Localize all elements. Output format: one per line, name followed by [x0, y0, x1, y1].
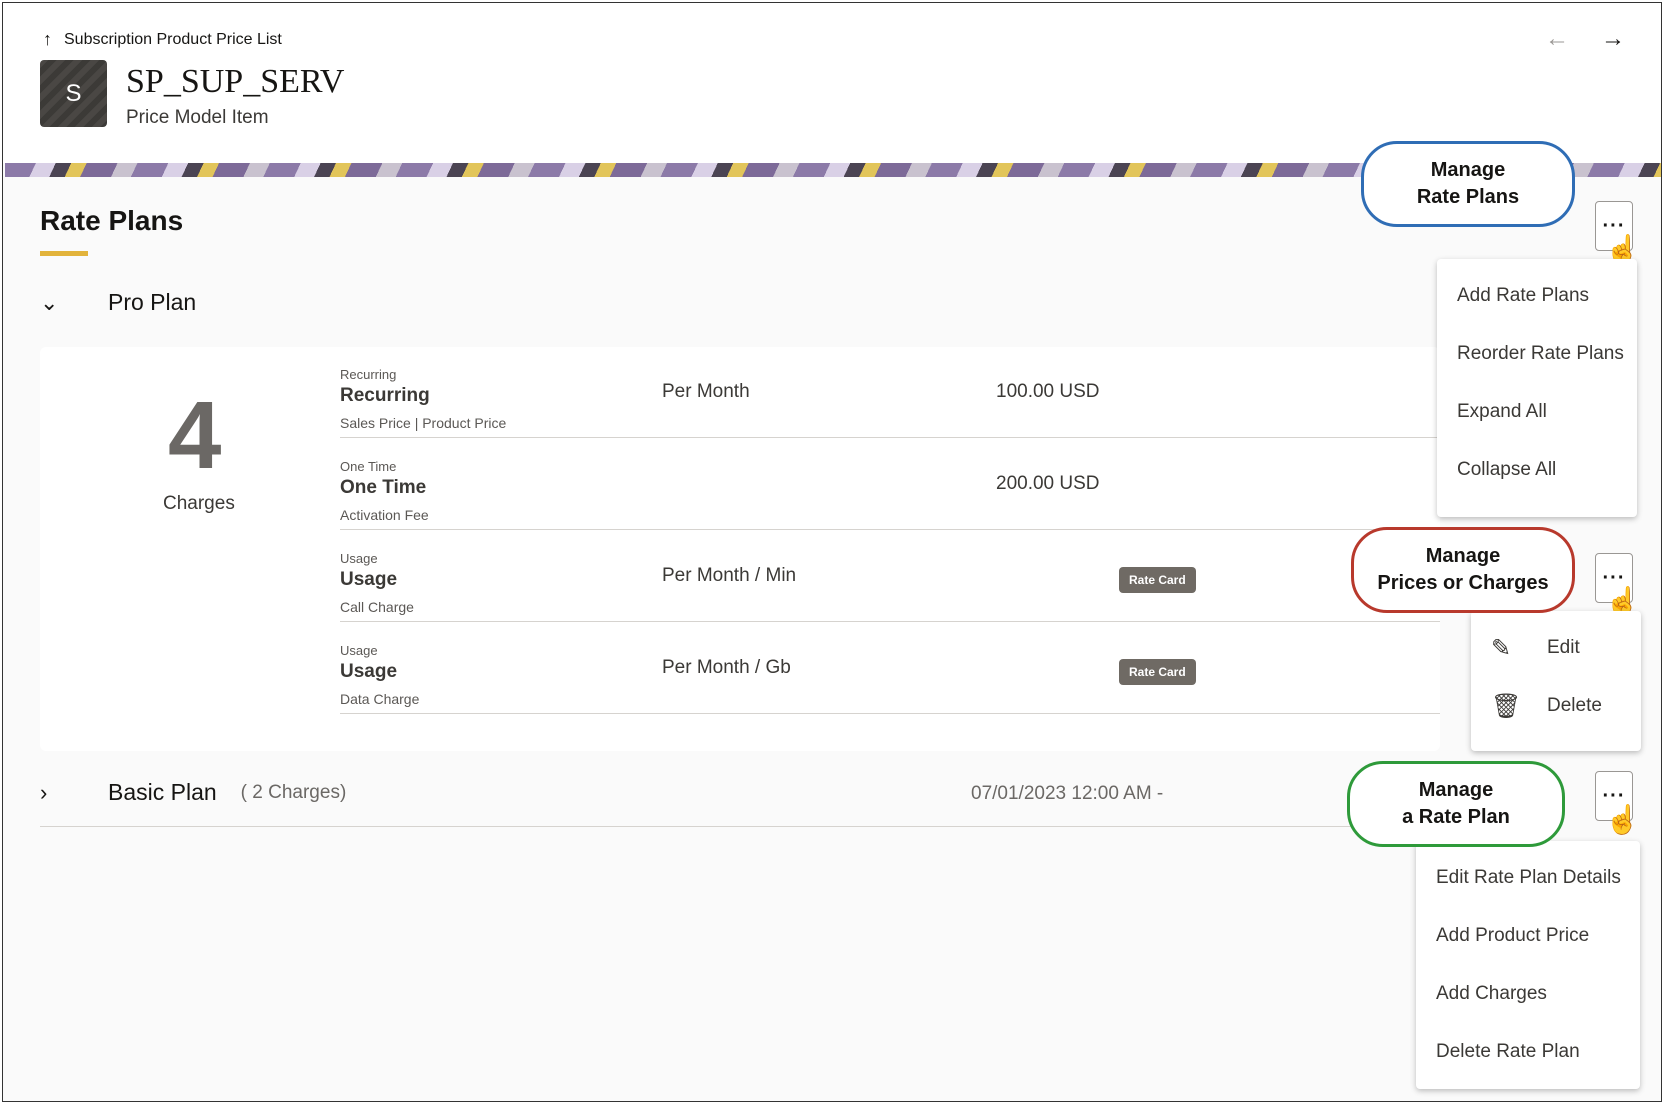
divider [40, 826, 1460, 827]
record-navigation: ← → [1545, 25, 1625, 53]
breadcrumb[interactable]: ↑ Subscription Product Price List [43, 29, 282, 50]
charge-type-small: Usage [340, 551, 378, 566]
charge-type-small: Recurring [340, 367, 397, 382]
callout-line: Manage [1418, 779, 1494, 801]
charge-type-small: Usage [340, 643, 378, 658]
previous-arrow-icon[interactable]: ← [1545, 25, 1569, 53]
charge-frequency: Per Month / Gb [662, 657, 791, 678]
charge-desc: Data Charge [340, 691, 420, 707]
menu-item[interactable]: Add Rate Plans [1437, 267, 1637, 325]
charge-menu: ✎ Edit 🗑 Delete [1471, 611, 1641, 751]
charge-row[interactable]: Recurring Recurring Sales Price | Produc… [340, 345, 1440, 438]
menu-item[interactable]: Delete Rate Plan [1416, 1023, 1640, 1081]
basic-plan-date: 07/01/2023 12:00 AM - [971, 783, 1164, 804]
callout-line: Rate Plans [1416, 186, 1520, 208]
section-title: Rate Plans [40, 205, 184, 236]
rate-plans-menu: Add Rate Plans Reorder Rate Plans Expand… [1437, 259, 1637, 517]
rate-card-badge[interactable]: Rate Card [1119, 659, 1196, 685]
avatar-letter: S [65, 79, 82, 107]
callout-line: Manage [1430, 159, 1506, 181]
chevron-down-icon[interactable]: ⌄ [40, 290, 80, 316]
callout-line: Manage [1425, 545, 1501, 567]
menu-item[interactable]: Expand All [1437, 383, 1637, 441]
charge-type: Usage [340, 661, 398, 682]
charge-frequency: Per Month / Min [662, 565, 797, 586]
callout-line: Prices or Charges [1377, 572, 1549, 594]
hand-cursor-icon: ☝ [1605, 804, 1640, 835]
menu-item[interactable]: Add Product Price [1416, 907, 1640, 965]
page-subtitle: Price Model Item [126, 107, 269, 128]
menu-item[interactable]: Reorder Rate Plans [1437, 325, 1637, 383]
charge-price: 200.00 USD [996, 473, 1100, 494]
page-header: ↑ Subscription Product Price List S SP_S… [3, 3, 1661, 163]
arrow-up-icon[interactable]: ↑ [43, 29, 52, 50]
chevron-right-icon[interactable]: › [40, 780, 80, 806]
trash-icon: 🗑 [1491, 692, 1522, 720]
callout-rate-plans: Manage Rate Plans [1361, 141, 1575, 227]
charge-row[interactable]: One Time One Time Activation Fee 200.00 … [340, 437, 1440, 530]
callout-line: a Rate Plan [1402, 806, 1510, 828]
charge-row[interactable]: Usage Usage Data Charge Per Month / Gb R… [340, 621, 1440, 714]
charge-type: Recurring [340, 385, 430, 406]
pro-plan-name: Pro Plan [108, 289, 197, 315]
edit-icon: ✎ [1491, 634, 1512, 662]
charge-count: 4 [168, 382, 222, 489]
basic-plan-row[interactable]: › Basic Plan ( 2 Charges) [40, 779, 346, 806]
basic-plan-count: ( 2 Charges) [240, 781, 347, 803]
basic-plan-name: Basic Plan [108, 779, 217, 805]
delete-menu-item[interactable]: 🗑 Delete [1471, 677, 1641, 735]
rate-card-badge[interactable]: Rate Card [1119, 567, 1196, 593]
page-title: SP_SUP_SERV [126, 63, 345, 100]
charge-desc: Sales Price | Product Price [340, 415, 507, 431]
app-frame: ↑ Subscription Product Price List S SP_S… [2, 2, 1662, 1102]
menu-item[interactable]: Collapse All [1437, 441, 1637, 499]
pro-plan-row[interactable]: ⌄ Pro Plan [40, 289, 196, 316]
menu-item[interactable]: Edit Rate Plan Details [1416, 849, 1640, 907]
charge-type-small: One Time [340, 459, 397, 474]
menu-item[interactable]: Add Charges [1416, 965, 1640, 1023]
callout-charges: Manage Prices or Charges [1351, 527, 1575, 613]
charge-frequency: Per Month [662, 381, 750, 402]
title-underline [40, 251, 88, 256]
menu-label: Delete [1547, 695, 1602, 716]
charge-desc: Call Charge [340, 599, 414, 615]
callout-rate-plan: Manage a Rate Plan [1347, 761, 1565, 847]
charge-type: Usage [340, 569, 398, 590]
charge-count-label: Charges [163, 493, 235, 514]
charge-row[interactable]: Usage Usage Call Charge Per Month / Min … [340, 529, 1440, 622]
charge-type: One Time [340, 477, 427, 498]
breadcrumb-label[interactable]: Subscription Product Price List [64, 31, 282, 49]
menu-label: Edit [1547, 637, 1580, 658]
avatar: S [40, 60, 107, 127]
edit-menu-item[interactable]: ✎ Edit [1471, 619, 1641, 677]
next-arrow-icon[interactable]: → [1601, 25, 1625, 53]
rate-plan-menu: Edit Rate Plan Details Add Product Price… [1416, 841, 1640, 1089]
charge-desc: Activation Fee [340, 507, 429, 523]
charge-price: 100.00 USD [996, 381, 1100, 402]
